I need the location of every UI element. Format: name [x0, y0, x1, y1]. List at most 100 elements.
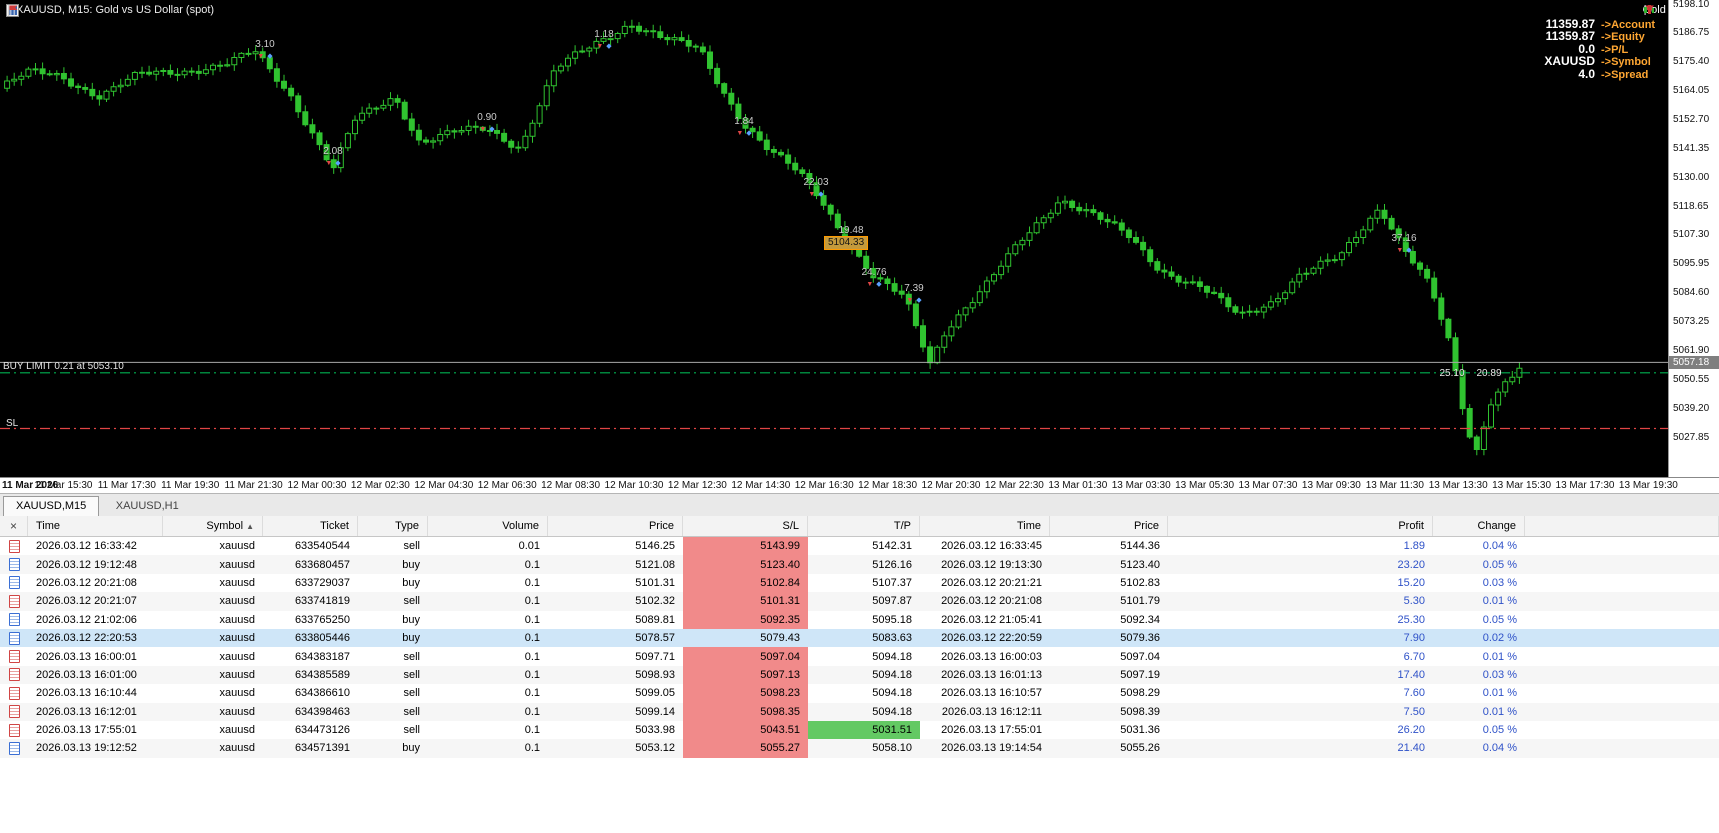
time-axis-label: 12 Mar 16:30 [794, 480, 854, 491]
history-row[interactable]: 2026.03.13 16:12:01 xauusd 634398463 sell 0.… [0, 702, 1719, 721]
cell-price: 5146.25 [635, 540, 675, 553]
trade-marker: 3.10 ▼ ◆ [243, 39, 287, 60]
column-header-time[interactable]: Time [28, 516, 163, 536]
cell-volume: 0.1 [524, 742, 540, 755]
cell-sl: 5098.23 [683, 684, 808, 703]
close-diamond-icon: ◆ [335, 160, 341, 167]
trade-marker-label: 0.90 [477, 112, 497, 123]
cell-sl: 5079.43 [760, 632, 800, 645]
time-axis-label: 13 Mar 09:30 [1301, 480, 1361, 491]
cell-volume: 0.1 [524, 595, 540, 608]
cell-price: 5033.98 [635, 724, 675, 737]
cell-change: 0.05 % [1482, 613, 1517, 626]
cell-ticket: 634571391 [294, 742, 350, 755]
cell-change: 0.03 % [1482, 668, 1517, 681]
close-diamond-icon: ◆ [818, 191, 824, 198]
tab-xauusd-h1[interactable]: XAUUSD,H1 [104, 497, 191, 516]
cell-tp: 5095.18 [872, 613, 912, 626]
cell-tp: 5094.18 [872, 650, 912, 663]
history-row[interactable]: 2026.03.12 20:21:07 xauusd 633741819 sell 0.… [0, 592, 1719, 611]
close-diamond-icon: ◆ [1406, 247, 1412, 254]
cell-sl: 5101.31 [683, 592, 808, 611]
account-line: 0.0 ->P/L [1544, 42, 1663, 56]
history-row[interactable]: 2026.03.12 19:12:48 xauusd 633680457 buy 0.1… [0, 555, 1719, 574]
cell-price: 5098.93 [635, 668, 675, 681]
order-type-cell [0, 537, 28, 555]
sell-arrow-icon: ▼ [257, 53, 265, 60]
cell-time2: 2026.03.12 22:20:59 [941, 632, 1042, 645]
history-row[interactable]: 2026.03.13 16:10:44 xauusd 634386610 sell 0.… [0, 684, 1719, 703]
column-header-price2[interactable]: Price [1050, 516, 1168, 536]
cell-ticket: 634385589 [294, 668, 350, 681]
order-type-cell [0, 629, 28, 647]
column-header-ticket[interactable]: Ticket [263, 516, 358, 536]
cell-volume: 0.01 [518, 540, 540, 553]
history-row[interactable]: 2026.03.13 17:55:01 xauusd 634473126 sell 0.… [0, 720, 1719, 740]
cell-type: buy [402, 613, 420, 626]
cell-price: 5078.57 [635, 632, 675, 645]
column-header-change[interactable]: Change [1433, 516, 1525, 536]
history-close-button[interactable]: × [10, 520, 17, 532]
cell-time2: 2026.03.13 16:01:13 [941, 668, 1042, 681]
row-filler [1525, 703, 1719, 721]
sell-arrow-icon: ▼ [906, 297, 914, 304]
cell-profit: 25.30 [1397, 613, 1425, 626]
account-label: ->P/L [1601, 43, 1629, 56]
price-axis-label: 5027.85 [1673, 431, 1710, 443]
history-row[interactable]: 2026.03.12 22:20:53 xauusd 633805446 buy 0.1… [0, 628, 1719, 648]
row-filler [1525, 684, 1719, 702]
column-header-time2[interactable]: Time [920, 516, 1050, 536]
tab-xauusd-m15[interactable]: XAUUSD,M15 [3, 496, 100, 516]
account-label: ->Account [1601, 19, 1656, 31]
cell-symbol: xauusd [219, 558, 255, 571]
cell-profit: 7.50 [1403, 705, 1425, 718]
history-row[interactable]: 2026.03.12 20:21:08 xauusd 633729037 buy 0.1… [0, 573, 1719, 593]
close-diamond-icon: ◆ [916, 297, 922, 304]
column-header-sl[interactable]: S/L [683, 516, 808, 536]
history-row[interactable]: 2026.03.13 16:01:00 xauusd 634385589 sell 0.… [0, 665, 1719, 685]
sell-arrow-icon: ▼ [866, 281, 874, 288]
buy-order-icon [8, 741, 20, 755]
history-row[interactable]: 2026.03.12 21:02:06 xauusd 633765250 buy 0.1… [0, 610, 1719, 629]
sell-arrow-icon: ▼ [808, 191, 816, 198]
sell-order-icon [8, 650, 20, 664]
time-axis[interactable]: 11 Mar 2026 11 Mar 15:30 11 Mar 17:30 11 Ma… [0, 477, 1719, 493]
terminal-window: 3.10 ▼ ◆ 2.08 ▼ ◆ 0.90 ▼ ◆ 1.18 ▼ ◆ 1.84 ▼ ◆ 22.03 ▼ ◆ 19.… [0, 0, 1719, 833]
cell-symbol: xauusd [219, 724, 255, 737]
close-diamond-icon: ◆ [606, 43, 612, 50]
history-row[interactable]: 2026.03.13 16:00:01 xauusd 634383187 sell 0.… [0, 647, 1719, 666]
column-header-type[interactable]: Type [358, 516, 428, 536]
trade-marker: 24.76 ▼ ◆ [852, 267, 896, 288]
trade-marker-icons: ▼◆ [794, 188, 838, 198]
column-header-symbol[interactable]: Symbol ▲ [163, 516, 263, 536]
time-axis-label: 11 Mar 17:30 [97, 480, 156, 491]
cell-symbol: xauusd [219, 576, 255, 589]
history-row[interactable]: 2026.03.13 19:12:52 xauusd 634571391 buy 0.1… [0, 739, 1719, 758]
current-price-tag: 5057.18 [1669, 355, 1719, 369]
time-axis-label: 11 Mar 19:30 [161, 480, 220, 491]
time-axis-label: 11 Mar 15:30 [34, 480, 93, 491]
cell-ticket: 633741819 [294, 595, 350, 608]
trade-marker-label: 22.03 [803, 177, 829, 188]
buy-order-icon [8, 631, 20, 645]
history-row[interactable]: 2026.03.12 16:33:42 xauusd 633540544 sell 0.… [0, 537, 1719, 556]
cell-change: 0.01 % [1482, 705, 1517, 718]
close-diamond-icon: ◆ [746, 130, 752, 137]
cell-profit: 1.89 [1403, 540, 1425, 553]
time-axis-label: 12 Mar 04:30 [414, 480, 474, 491]
cell-type: sell [403, 724, 420, 737]
trade-marker: 1.18 ▼ ◆ [582, 29, 626, 50]
time-axis-label: 13 Mar 15:30 [1492, 480, 1552, 491]
order-price-tag: 5104.33 [824, 235, 869, 250]
cell-volume: 0.1 [524, 613, 540, 626]
time-axis-label: 13 Mar 17:30 [1555, 480, 1615, 491]
column-header-price[interactable]: Price [548, 516, 683, 536]
column-header-tp[interactable]: T/P [808, 516, 920, 536]
trade-marker-icons: ▼◆ [311, 157, 355, 167]
cell-time2: 2026.03.12 20:21:21 [941, 576, 1042, 589]
price-axis[interactable]: 5057.18 5198.10 5186.75 5175.40 5164.05 5152… [1668, 0, 1719, 477]
trade-marker-label: 19.48 [838, 225, 864, 236]
cell-ticket: 633765250 [294, 613, 350, 626]
column-header-volume[interactable]: Volume [428, 516, 548, 536]
column-header-profit[interactable]: Profit [1168, 516, 1433, 536]
